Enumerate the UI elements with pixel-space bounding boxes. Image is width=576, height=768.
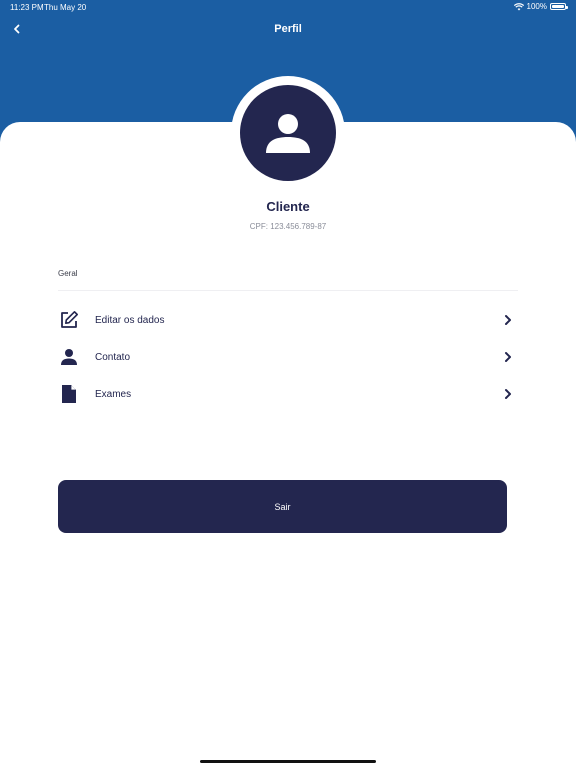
document-icon [58, 383, 80, 405]
edit-icon [58, 309, 80, 331]
chevron-right-icon [505, 352, 511, 362]
status-bar: 11:23 PM Thu May 20 100% [0, 0, 576, 14]
menu-item-edit-data[interactable]: Editar os dados [58, 305, 518, 335]
person-icon [58, 346, 80, 368]
avatar [240, 85, 336, 181]
battery-icon [550, 3, 568, 10]
page-title: Perfil [274, 23, 302, 35]
chevron-right-icon [505, 389, 511, 399]
user-icon [266, 114, 310, 153]
menu-item-label: Contato [95, 351, 131, 363]
client-cpf: CPF: 123.456.789-87 [249, 222, 327, 231]
chevron-right-icon [505, 315, 511, 325]
status-date: Thu May 20 [44, 3, 87, 12]
client-name: Cliente [266, 199, 310, 214]
status-time: 11:23 PM [10, 3, 44, 12]
logout-button[interactable]: Sair [58, 480, 507, 533]
menu-item-label: Exames [95, 388, 132, 400]
battery-percent: 100% [526, 2, 547, 11]
divider [58, 290, 518, 291]
status-right: 100% [513, 2, 568, 11]
content-sheet [0, 122, 576, 768]
wifi-icon [513, 2, 524, 10]
section-label: Geral [58, 269, 78, 278]
menu-item-label: Editar os dados [95, 314, 165, 326]
home-indicator [200, 760, 376, 763]
menu-item-exams[interactable]: Exames [58, 379, 518, 409]
menu-item-contact[interactable]: Contato [58, 342, 518, 372]
